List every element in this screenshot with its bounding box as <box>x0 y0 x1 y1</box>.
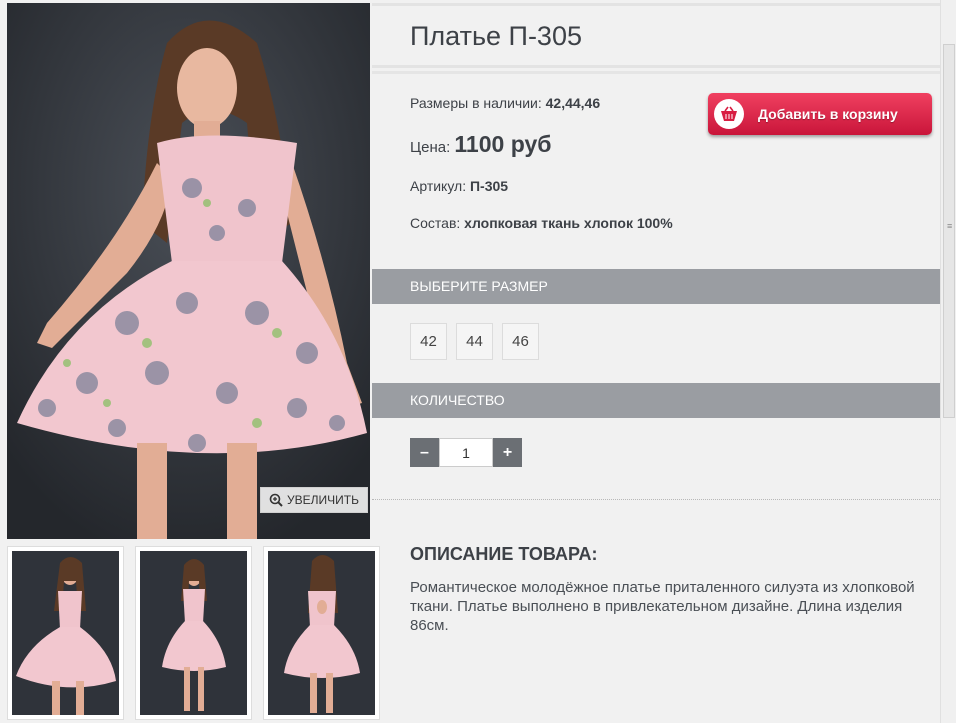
available-sizes-value: 42,44,46 <box>545 95 601 111</box>
scrollbar[interactable]: ≡ <box>940 0 956 723</box>
product-title: Платье П-305 <box>410 21 582 51</box>
zoom-button[interactable]: УВЕЛИЧИТЬ <box>260 487 368 513</box>
scrollbar-thumb[interactable]: ≡ <box>943 44 955 418</box>
main-product-photo[interactable]: УВЕЛИЧИТЬ <box>7 3 370 539</box>
size-option-42[interactable]: 42 <box>410 323 447 360</box>
thumbnail-front-standing-image <box>140 551 247 715</box>
thumbnail-front-flare-image <box>12 551 119 715</box>
product-info-panel: Платье П-305 Размеры в наличии: 42,44,46… <box>372 0 940 723</box>
price-label: Цена: <box>410 139 451 156</box>
article-label: Артикул: <box>410 178 467 194</box>
composition: Состав: хлопковая ткань хлопок 100% <box>410 214 680 232</box>
article: Артикул: П-305 <box>410 178 508 194</box>
description-title: ОПИСАНИЕ ТОВАРА: <box>410 544 598 564</box>
available-sizes: Размеры в наличии: 42,44,46 <box>410 95 600 111</box>
quantity-section-header: КОЛИЧЕСТВО <box>372 383 940 418</box>
quantity-decrease-button[interactable]: – <box>410 438 439 467</box>
size-section-header: ВЫБЕРИТЕ РАЗМЕР <box>372 269 940 304</box>
description-text: Романтическое молодёжное платье притален… <box>410 579 915 634</box>
basket-icon <box>714 99 744 129</box>
price: Цена: 1100 руб <box>410 131 551 158</box>
composition-value: хлопковая ткань хлопок 100% <box>464 215 673 231</box>
add-to-cart-label: Добавить в корзину <box>758 106 898 122</box>
divider <box>372 71 940 74</box>
thumbnail-back-view-image <box>268 551 375 715</box>
magnifier-plus-icon <box>269 493 283 507</box>
thumbnail-1[interactable] <box>7 546 124 720</box>
quantity-input[interactable] <box>439 438 493 467</box>
available-sizes-label: Размеры в наличии: <box>410 95 542 111</box>
article-value: П-305 <box>469 178 509 194</box>
grip-icon: ≡ <box>947 221 953 231</box>
dotted-divider <box>372 499 940 500</box>
add-to-cart-button[interactable]: Добавить в корзину <box>708 93 932 135</box>
zoom-label: УВЕЛИЧИТЬ <box>287 493 359 507</box>
quantity-increase-button[interactable]: + <box>493 438 522 467</box>
quantity-stepper: – + <box>410 438 522 467</box>
price-value: 1100 руб <box>454 131 552 157</box>
composition-label: Состав: <box>410 215 461 231</box>
title-bar: Платье П-305 <box>372 3 940 68</box>
dress-photo-illustration <box>7 3 370 539</box>
thumbnail-2[interactable] <box>135 546 252 720</box>
size-option-46[interactable]: 46 <box>502 323 539 360</box>
size-option-44[interactable]: 44 <box>456 323 493 360</box>
thumbnail-3[interactable] <box>263 546 380 720</box>
thumbnail-strip <box>7 546 380 722</box>
product-page: УВЕЛИЧИТЬ Платье П-305 Размеры в наличии… <box>0 0 956 723</box>
size-options: 42 44 46 <box>410 323 539 360</box>
